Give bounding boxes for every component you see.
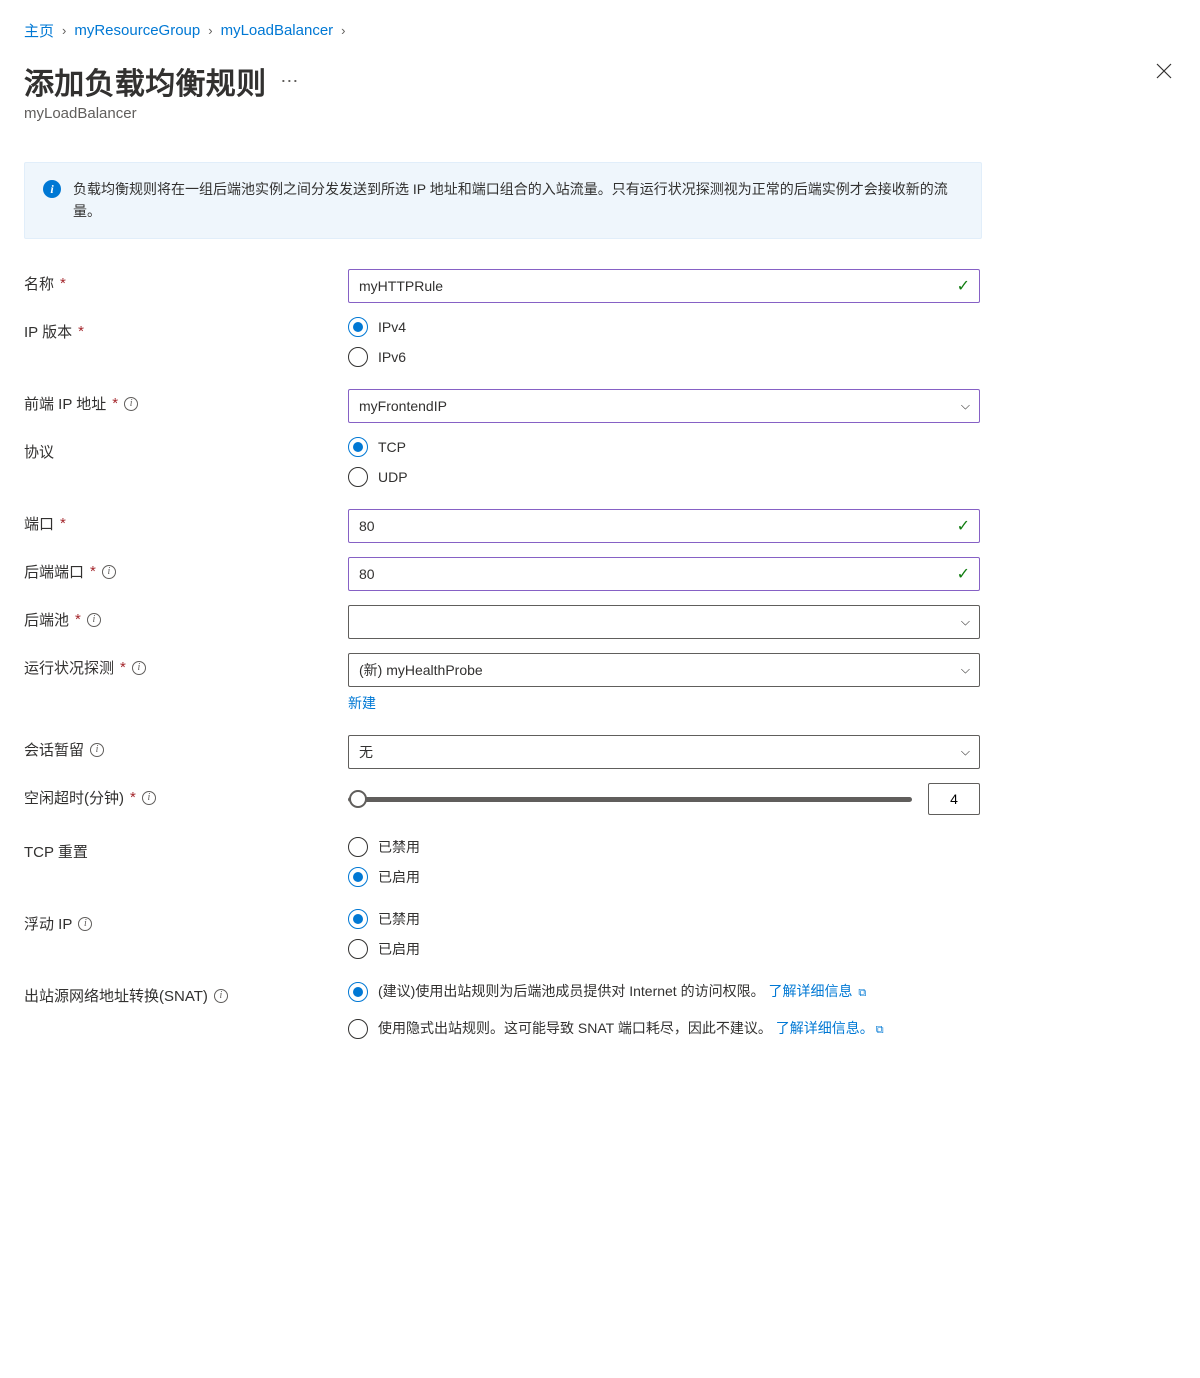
frontend-ip-select[interactable]: myFrontendIP ⌵ xyxy=(348,389,980,423)
external-link-icon: ⧉ xyxy=(876,1024,884,1036)
info-icon[interactable]: i xyxy=(214,989,228,1003)
port-input[interactable] xyxy=(348,509,980,543)
chevron-down-icon: ⌵ xyxy=(961,663,970,678)
session-persist-label: 会话暂留 xyxy=(24,739,84,760)
idle-timeout-value[interactable] xyxy=(928,783,980,815)
snat-label: 出站源网络地址转换(SNAT) xyxy=(24,985,208,1006)
close-icon xyxy=(1156,63,1172,79)
page-title: 添加负载均衡规则 xyxy=(24,59,266,103)
snat-implicit-radio[interactable]: 使用隐式出站规则。这可能导致 SNAT 端口耗尽，因此不建议。 了解详细信息。⧉ xyxy=(348,1018,980,1039)
info-icon[interactable]: i xyxy=(132,661,146,675)
frontend-ip-label: 前端 IP 地址 xyxy=(24,393,106,414)
floating-ip-enabled-radio[interactable]: 已启用 xyxy=(348,939,980,959)
info-banner: i 负载均衡规则将在一组后端池实例之间分发发送到所选 IP 地址和端口组合的入站… xyxy=(24,162,982,239)
info-icon[interactable]: i xyxy=(87,613,101,627)
breadcrumb: 主页 › myResourceGroup › myLoadBalancer › xyxy=(24,20,1176,41)
chevron-down-icon: ⌵ xyxy=(961,399,970,414)
chevron-right-icon: › xyxy=(341,23,345,38)
chevron-right-icon: › xyxy=(208,23,212,38)
protocol-label: 协议 xyxy=(24,441,54,462)
ip-version-ipv6-radio[interactable]: IPv6 xyxy=(348,347,980,367)
name-label: 名称 xyxy=(24,273,54,294)
breadcrumb-home[interactable]: 主页 xyxy=(24,20,54,41)
check-icon: ✓ xyxy=(957,516,970,536)
chevron-right-icon: › xyxy=(62,23,66,38)
page-subtitle: myLoadBalancer xyxy=(24,105,300,122)
info-icon[interactable]: i xyxy=(102,565,116,579)
health-probe-label: 运行状况探测 xyxy=(24,657,114,678)
protocol-udp-radio[interactable]: UDP xyxy=(348,467,980,487)
snat-learn-more-link-1[interactable]: 了解详细信息 ⧉ xyxy=(768,983,866,999)
ip-version-ipv4-radio[interactable]: IPv4 xyxy=(348,317,980,337)
more-actions-button[interactable]: ⋯ xyxy=(280,71,300,92)
snat-learn-more-link-2[interactable]: 了解详细信息。⧉ xyxy=(776,1020,884,1036)
info-icon[interactable]: i xyxy=(124,397,138,411)
health-probe-select[interactable]: (新) myHealthProbe ⌵ xyxy=(348,653,980,687)
tcp-reset-enabled-radio[interactable]: 已启用 xyxy=(348,867,980,887)
breadcrumb-load-balancer[interactable]: myLoadBalancer xyxy=(221,22,334,39)
info-icon[interactable]: i xyxy=(90,743,104,757)
floating-ip-disabled-radio[interactable]: 已禁用 xyxy=(348,909,980,929)
chevron-down-icon: ⌵ xyxy=(961,615,970,630)
health-probe-new-link[interactable]: 新建 xyxy=(348,693,376,713)
close-button[interactable] xyxy=(1152,59,1176,87)
chevron-down-icon: ⌵ xyxy=(961,745,970,760)
breadcrumb-resource-group[interactable]: myResourceGroup xyxy=(74,22,200,39)
idle-timeout-label: 空闲超时(分钟) xyxy=(24,787,124,808)
snat-recommended-radio[interactable]: (建议)使用出站规则为后端池成员提供对 Internet 的访问权限。 了解详细… xyxy=(348,981,980,1002)
tcp-reset-disabled-radio[interactable]: 已禁用 xyxy=(348,837,980,857)
check-icon: ✓ xyxy=(957,276,970,296)
backend-port-input[interactable] xyxy=(348,557,980,591)
port-label: 端口 xyxy=(24,513,54,534)
name-input[interactable] xyxy=(348,269,980,303)
session-persist-select[interactable]: 无 ⌵ xyxy=(348,735,980,769)
external-link-icon: ⧉ xyxy=(858,987,866,999)
check-icon: ✓ xyxy=(957,564,970,584)
info-icon[interactable]: i xyxy=(142,791,156,805)
info-banner-text: 负载均衡规则将在一组后端池实例之间分发发送到所选 IP 地址和端口组合的入站流量… xyxy=(73,179,963,222)
backend-pool-label: 后端池 xyxy=(24,609,69,630)
tcp-reset-label: TCP 重置 xyxy=(24,841,88,862)
ip-version-label: IP 版本 xyxy=(24,321,72,342)
info-icon[interactable]: i xyxy=(78,917,92,931)
backend-port-label: 后端端口 xyxy=(24,561,84,582)
protocol-tcp-radio[interactable]: TCP xyxy=(348,437,980,457)
backend-pool-select[interactable]: ⌵ xyxy=(348,605,980,639)
floating-ip-label: 浮动 IP xyxy=(24,913,72,934)
info-icon: i xyxy=(43,180,61,198)
idle-timeout-slider[interactable] xyxy=(348,789,912,809)
